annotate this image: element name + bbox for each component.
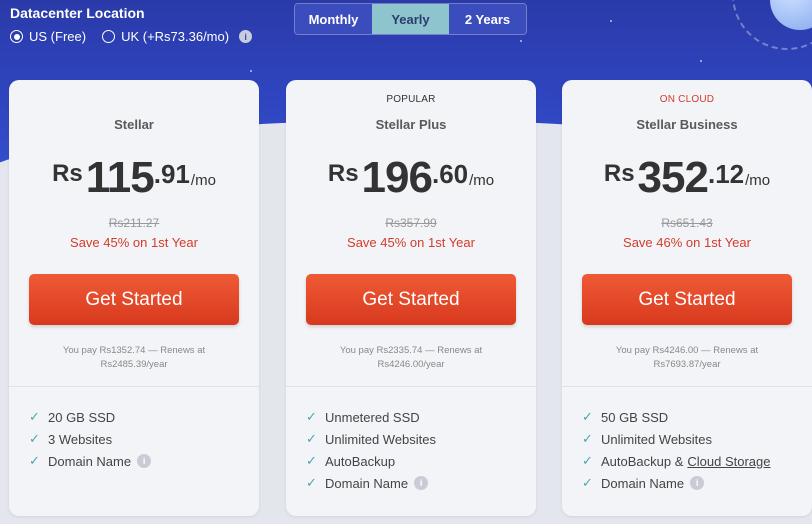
- check-icon: ✓: [306, 431, 317, 446]
- list-item: ✓ Unlimited Websites: [306, 428, 526, 450]
- feature-text: Domain Name: [601, 475, 685, 491]
- old-price: Rs651.43: [661, 216, 713, 230]
- billing-period-toggle: Monthly Yearly 2 Years: [294, 3, 527, 35]
- check-icon: ✓: [582, 431, 593, 446]
- price-fraction: .91: [153, 159, 190, 189]
- feature-list: ✓ Unmetered SSD ✓ Unlimited Websites ✓ Auto…: [306, 406, 526, 494]
- savings-text: Save 45% on 1st Year: [347, 235, 475, 250]
- feature-text: AutoBackup: [325, 453, 396, 469]
- price-currency: Rs: [603, 160, 635, 187]
- divider: [286, 386, 536, 387]
- price-whole: 196: [361, 153, 433, 202]
- price-period: /mo: [469, 172, 495, 189]
- cloud-storage-link[interactable]: Cloud Storage: [687, 454, 770, 469]
- radio-unselected-icon[interactable]: [102, 30, 116, 43]
- plan-price: Rs 352 .12 /mo: [562, 154, 812, 202]
- billing-option-yearly[interactable]: Yearly: [372, 4, 449, 34]
- price-currency: Rs: [52, 160, 83, 187]
- check-icon: ✓: [582, 475, 593, 490]
- plan-name: Stellar Business: [636, 117, 738, 132]
- feature-list: ✓ 50 GB SSD ✓ Unlimited Websites ✓ AutoBack…: [582, 406, 802, 494]
- get-started-button[interactable]: Get Started: [29, 274, 239, 325]
- savings-text: Save 45% on 1st Year: [70, 235, 198, 250]
- plan-badge: POPULAR: [386, 94, 436, 105]
- feature-text: Unlimited Websites: [325, 431, 437, 447]
- info-icon[interactable]: i: [690, 476, 705, 490]
- check-icon: ✓: [306, 409, 317, 424]
- datacenter-option-label: US (Free): [29, 29, 87, 44]
- check-icon: ✓: [306, 475, 317, 490]
- list-item: ✓ 3 Websites: [29, 428, 249, 450]
- radio-selected-icon[interactable]: [10, 30, 23, 43]
- list-item: ✓ Domain Name i: [306, 472, 526, 494]
- feature-text: 3 Websites: [48, 431, 113, 447]
- plan-price: Rs 196 .60 /mo: [286, 154, 536, 202]
- get-started-button[interactable]: Get Started: [582, 274, 792, 325]
- feature-text: Unmetered SSD: [325, 409, 420, 425]
- info-icon[interactable]: i: [239, 30, 253, 43]
- datacenter-location: Datacenter Location US (Free) UK (+Rs73.…: [10, 5, 253, 44]
- price-fraction: .60: [431, 159, 469, 189]
- feature-text: 50 GB SSD: [601, 409, 669, 425]
- list-item: ✓ Unlimited Websites: [582, 428, 802, 450]
- feature-text: Unlimited Websites: [601, 431, 713, 447]
- list-item: ✓ Unmetered SSD: [306, 406, 526, 428]
- savings-text: Save 46% on 1st Year: [623, 235, 751, 250]
- list-item: ✓ 20 GB SSD: [29, 406, 249, 428]
- plan-card-stellar-business: ON CLOUD Stellar Business Rs 352 .12 /mo…: [562, 80, 812, 516]
- billing-option-monthly[interactable]: Monthly: [295, 4, 372, 34]
- divider: [562, 386, 812, 387]
- datacenter-option-us[interactable]: US (Free): [10, 29, 86, 44]
- check-icon: ✓: [29, 409, 40, 424]
- price-currency: Rs: [327, 160, 359, 187]
- check-icon: ✓: [306, 453, 317, 468]
- old-price: Rs357.99: [385, 216, 437, 230]
- plan-name: Stellar Plus: [375, 117, 447, 132]
- plan-price: Rs 115 .91 /mo: [9, 154, 259, 202]
- list-item: ✓ AutoBackup: [306, 450, 526, 472]
- info-icon[interactable]: i: [414, 476, 429, 490]
- get-started-button[interactable]: Get Started: [306, 274, 516, 325]
- list-item: ✓ 50 GB SSD: [582, 406, 802, 428]
- feature-text: Domain Name: [48, 453, 132, 469]
- price-whole: 352: [637, 153, 709, 202]
- billing-option-2-years[interactable]: 2 Years: [449, 4, 526, 34]
- datacenter-option-uk[interactable]: UK (+Rs73.36/mo) i: [102, 29, 253, 44]
- feature-list: ✓ 20 GB SSD ✓ 3 Websites ✓ Domain Name i: [29, 406, 249, 472]
- plan-card-stellar: Stellar Rs 115 .91 /mo Rs211.27 Save 45%…: [9, 80, 259, 516]
- pay-renew-text: You pay Rs4246.00 — Renews at Rs7693.87/…: [615, 345, 759, 370]
- check-icon: ✓: [582, 453, 593, 468]
- plan-badge: ON CLOUD: [659, 94, 715, 105]
- pay-renew-text: You pay Rs2335.74 — Renews at Rs4246.00/…: [339, 345, 483, 370]
- feature-text: Domain Name: [325, 475, 409, 491]
- check-icon: ✓: [29, 431, 40, 446]
- list-item: ✓ Domain Name i: [582, 472, 802, 494]
- price-period: /mo: [745, 172, 771, 189]
- plan-card-stellar-plus: POPULAR Stellar Plus Rs 196 .60 /mo Rs35…: [286, 80, 536, 516]
- check-icon: ✓: [582, 409, 593, 424]
- check-icon: ✓: [29, 453, 40, 468]
- pay-renew-text: You pay Rs1352.74 — Renews at Rs2485.39/…: [62, 345, 206, 370]
- plan-name: Stellar: [114, 117, 154, 132]
- price-fraction: .12: [707, 159, 745, 189]
- feature-text: 20 GB SSD: [48, 409, 116, 425]
- feature-text: AutoBackup &: [601, 453, 684, 469]
- datacenter-title: Datacenter Location: [10, 5, 145, 21]
- info-icon[interactable]: i: [137, 454, 152, 468]
- list-item: ✓ Domain Name i: [29, 450, 249, 472]
- price-period: /mo: [190, 172, 216, 189]
- old-price: Rs211.27: [108, 216, 160, 230]
- datacenter-option-label: UK (+Rs73.36/mo): [121, 29, 230, 44]
- price-whole: 115: [85, 153, 155, 202]
- divider: [9, 386, 259, 387]
- list-item: ✓ AutoBackup & Cloud Storage: [582, 450, 802, 472]
